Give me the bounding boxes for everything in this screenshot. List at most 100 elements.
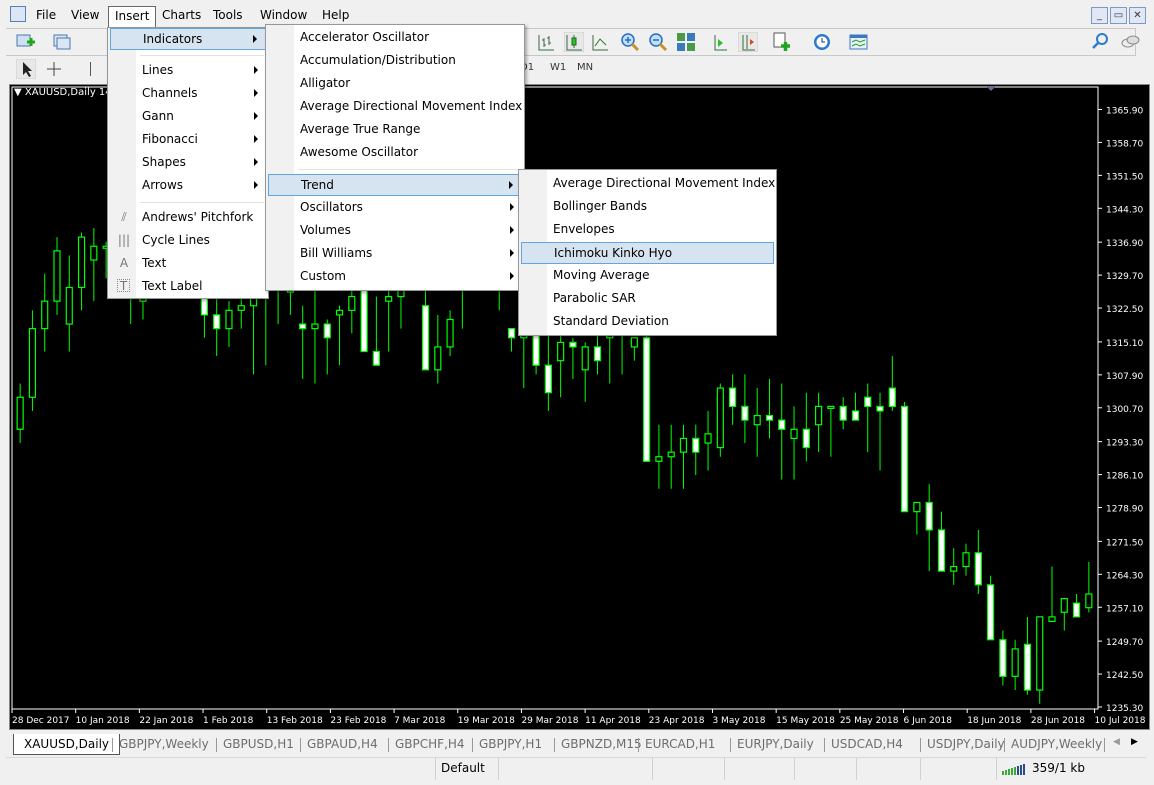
submenu-arrow-icon: [510, 226, 514, 234]
x-tick-label: 1 Feb 2018: [203, 716, 254, 726]
candle: [692, 424, 700, 476]
menu-item-label: Indicators: [143, 32, 203, 46]
insert-item-fibonacci[interactable]: Fibonacci: [110, 129, 266, 151]
indicators-item-alligator[interactable]: Alligator: [268, 73, 522, 95]
insert-item-shapes[interactable]: Shapes: [110, 152, 266, 174]
insert-item-text-label[interactable]: T Text Label: [110, 276, 266, 298]
menu-file[interactable]: File: [30, 6, 62, 26]
y-tick-label: 1235.30: [1106, 704, 1143, 714]
restore-button[interactable]: ▭: [1110, 7, 1127, 24]
bar-chart-icon[interactable]: [536, 32, 556, 52]
insert-item-lines[interactable]: Lines: [110, 60, 266, 82]
indicators-item-volumes[interactable]: Volumes: [268, 220, 522, 242]
trend-submenu: Average Directional Movement Index Bollin…: [518, 169, 777, 336]
trend-item-bollinger-bands[interactable]: Bollinger Bands: [521, 196, 774, 218]
trend-item-parabolic-sar[interactable]: Parabolic SAR: [521, 288, 774, 310]
cursor-icon[interactable]: [16, 59, 36, 79]
y-tick-label: 1249.70: [1106, 638, 1143, 648]
menu-item-label: Volumes: [300, 223, 351, 237]
insert-item-cycle-lines[interactable]: ||| Cycle Lines: [110, 230, 266, 252]
zoom-in-icon[interactable]: [620, 32, 640, 52]
x-tick-label: 29 Mar 2018: [521, 716, 578, 726]
insert-item-arrows[interactable]: Arrows: [110, 175, 266, 197]
trend-item-envelopes[interactable]: Envelopes: [521, 219, 774, 241]
insert-item-channels[interactable]: Channels: [110, 83, 266, 105]
candle-body: [532, 332, 540, 366]
candlestick-icon[interactable]: [564, 32, 584, 52]
menu-item-label: Average Directional Movement Index: [553, 176, 776, 190]
trend-item-standard-deviation[interactable]: Standard Deviation: [521, 311, 774, 333]
vertical-line-tool[interactable]: [90, 62, 91, 76]
trend-item-moving-average[interactable]: Moving Average: [521, 265, 774, 287]
indicators-item-average-true-range[interactable]: Average True Range: [268, 119, 522, 141]
templates-icon[interactable]: [849, 32, 869, 52]
chart-tab[interactable]: EURJPY,Daily: [737, 734, 814, 755]
new-chart-icon[interactable]: [16, 32, 36, 52]
chart-tab[interactable]: EURCAD,H1: [645, 734, 715, 755]
chat-icon[interactable]: [1120, 32, 1140, 52]
trend-item-ichimoku-kinko-hyo[interactable]: Ichimoku Kinko Hyo: [521, 242, 774, 264]
chart-tab[interactable]: USDJPY,Daily: [927, 734, 1005, 755]
candle-body: [900, 405, 909, 513]
y-tick-label: 1286.10: [1106, 472, 1143, 482]
tile-windows-icon[interactable]: [676, 32, 696, 52]
menu-item-label: Accelerator Oscillator: [300, 30, 430, 44]
timeframe-mn[interactable]: MN: [577, 62, 593, 73]
candle: [225, 301, 233, 347]
minimize-button[interactable]: _: [1091, 7, 1108, 24]
candle-body: [65, 286, 73, 325]
chart-tab[interactable]: GBPAUD,H4: [307, 734, 378, 755]
chart-tab[interactable]: GBPNZD,M15: [561, 734, 642, 755]
insert-item-andrews-pitchfork[interactable]: ⫽ Andrews' Pitchfork: [110, 207, 266, 229]
menu-charts[interactable]: Charts: [156, 6, 207, 26]
chart-shift-icon[interactable]: [738, 32, 758, 52]
indicators-item-accelerator-oscillator[interactable]: Accelerator Oscillator: [268, 27, 522, 49]
chart-tab[interactable]: USDCAD,H4: [831, 734, 903, 755]
menu-insert[interactable]: Insert: [108, 6, 157, 28]
timeframe-w1[interactable]: W1: [550, 62, 566, 73]
insert-menu: Indicators Lines Channels Gann Fibonacci Shap…: [107, 27, 269, 299]
profiles-icon[interactable]: [52, 32, 72, 52]
indicators-item-average-directional-movement-index[interactable]: Average Directional Movement Index: [268, 96, 522, 118]
indicators-item-accumulation-distribution[interactable]: Accumulation/Distribution: [268, 50, 522, 72]
periods-clock-icon[interactable]: [812, 32, 832, 52]
trend-item-average-directional-movement-index[interactable]: Average Directional Movement Index: [521, 173, 776, 195]
chart-tab[interactable]: GBPCHF,H4: [395, 734, 465, 755]
menu-window[interactable]: Window: [254, 6, 313, 26]
insert-item-text[interactable]: A Text: [110, 253, 266, 275]
insert-item-gann[interactable]: Gann: [110, 106, 266, 128]
menu-tools[interactable]: Tools: [207, 6, 249, 26]
chart-tab[interactable]: XAUUSD,Daily: [13, 734, 121, 755]
menu-view[interactable]: View: [65, 6, 105, 26]
indicators-item-awesome-oscillator[interactable]: Awesome Oscillator: [268, 142, 522, 164]
collapse-triangle-icon[interactable]: ▼: [14, 87, 25, 98]
candle-body: [544, 364, 552, 394]
indicators-item-oscillators[interactable]: Oscillators: [268, 197, 522, 219]
indicators-item-trend[interactable]: Trend: [268, 174, 522, 196]
tabs-scroll-left-icon[interactable]: ◀: [1113, 737, 1120, 747]
menu-help[interactable]: Help: [316, 6, 355, 26]
candle: [974, 529, 982, 594]
tabs-scroll-right-icon[interactable]: ▶: [1131, 737, 1138, 747]
indicators-item-custom[interactable]: Custom: [268, 266, 522, 288]
indicators-item-bill-williams[interactable]: Bill Williams: [268, 243, 522, 265]
chart-tab[interactable]: GBPJPY,Weekly: [119, 734, 209, 755]
candle-body: [1085, 593, 1093, 609]
auto-scroll-icon[interactable]: [710, 32, 730, 52]
candle-body: [1023, 643, 1032, 691]
x-tick-label: 15 May 2018: [776, 716, 835, 726]
search-icon[interactable]: [1090, 32, 1110, 52]
chart-tab[interactable]: GBPUSD,H1: [223, 734, 294, 755]
indicators-add-icon[interactable]: [772, 32, 792, 52]
chart-tab[interactable]: GBPJPY,H1: [479, 734, 542, 755]
shift-marker-icon[interactable]: [986, 86, 996, 91]
chart-tab[interactable]: AUDJPY,Weekly: [1011, 734, 1102, 755]
insert-item-indicators[interactable]: Indicators: [110, 28, 266, 50]
close-button[interactable]: ✕: [1129, 7, 1146, 24]
zoom-out-icon[interactable]: [648, 32, 668, 52]
crosshair-icon[interactable]: [44, 59, 64, 79]
candle-body: [299, 323, 307, 330]
candle-body: [876, 405, 884, 412]
candle: [372, 296, 380, 366]
line-chart-icon[interactable]: [590, 32, 610, 52]
